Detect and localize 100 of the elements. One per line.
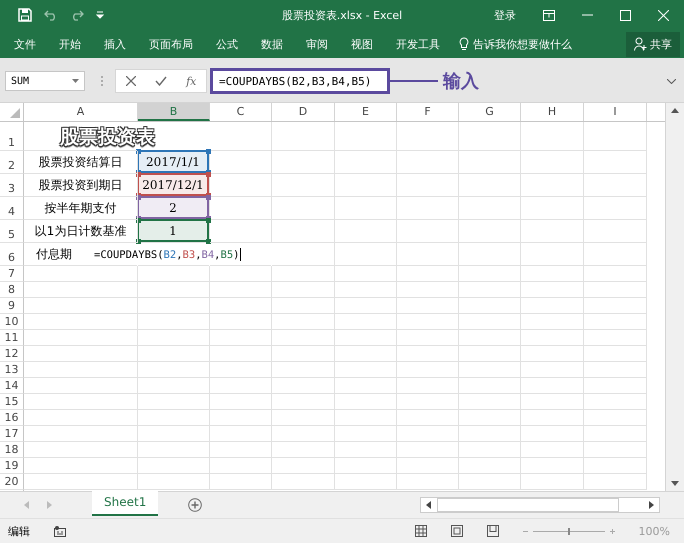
grid-cell[interactable]	[210, 314, 272, 330]
grid-cell[interactable]	[584, 378, 647, 394]
grid-cell[interactable]	[210, 174, 272, 197]
grid-cell[interactable]	[272, 197, 335, 220]
grid-cell[interactable]: 2017/12/1	[138, 174, 210, 197]
enter-icon[interactable]	[154, 76, 167, 86]
grid-cell[interactable]	[459, 151, 521, 174]
undo-icon[interactable]	[44, 9, 58, 21]
grid-cell[interactable]	[138, 410, 210, 426]
grid-cell[interactable]	[272, 282, 335, 298]
grid-cell[interactable]	[272, 378, 335, 394]
insert-function-button[interactable]: fx	[186, 74, 196, 88]
grid-cell[interactable]	[210, 346, 272, 362]
minimize-icon[interactable]	[582, 14, 593, 16]
grid-cell[interactable]	[138, 426, 210, 442]
column-header[interactable]: I	[584, 103, 647, 121]
grid-cell[interactable]: 1	[138, 220, 210, 243]
grid-cell[interactable]	[397, 220, 459, 243]
scroll-down-icon[interactable]	[671, 481, 679, 486]
grid-cell[interactable]	[272, 151, 335, 174]
grid-cell[interactable]	[138, 346, 210, 362]
row-header[interactable]: 1	[0, 122, 24, 151]
cell-formula[interactable]: =COUPDAYBS(B2,B3,B4,B5)	[94, 248, 242, 262]
grid-cell[interactable]	[210, 426, 272, 442]
grid-cell[interactable]	[521, 394, 584, 410]
save-icon[interactable]	[18, 8, 32, 22]
grid-cell[interactable]	[24, 458, 138, 474]
ribbon-display-icon[interactable]	[543, 10, 555, 20]
ribbon-tab[interactable]: 文件	[14, 36, 36, 52]
grid-cell[interactable]	[210, 151, 272, 174]
grid-cell[interactable]	[210, 197, 272, 220]
tell-me-field[interactable]: 告诉我你想要做什么	[473, 36, 572, 52]
grid-cell[interactable]	[584, 394, 647, 410]
grid-cell[interactable]	[335, 314, 397, 330]
grid-cell[interactable]	[521, 243, 584, 266]
grid-cell[interactable]	[210, 410, 272, 426]
login-link[interactable]: 登录	[494, 8, 516, 22]
grid-cell[interactable]	[138, 442, 210, 458]
grid-cell[interactable]	[521, 197, 584, 220]
row-header[interactable]: 19	[0, 458, 24, 474]
close-icon[interactable]	[658, 10, 669, 20]
grid-cell[interactable]	[521, 314, 584, 330]
grid-cell[interactable]	[210, 458, 272, 474]
grid-cell[interactable]	[459, 330, 521, 346]
grid-cell[interactable]	[335, 474, 397, 490]
grid-cell[interactable]	[521, 410, 584, 426]
grid-cell[interactable]	[459, 314, 521, 330]
row-header[interactable]: 6	[0, 243, 24, 266]
scroll-up-icon[interactable]	[671, 108, 679, 113]
grid-cell[interactable]	[24, 266, 138, 282]
grid-cell[interactable]	[24, 426, 138, 442]
grid-cell[interactable]	[397, 346, 459, 362]
grid-cell[interactable]	[272, 314, 335, 330]
grid-cell[interactable]	[397, 410, 459, 426]
grid-cell[interactable]	[272, 410, 335, 426]
grid-cell[interactable]	[335, 330, 397, 346]
grid-cell[interactable]	[138, 282, 210, 298]
grid-cell[interactable]	[521, 151, 584, 174]
grid-cell[interactable]	[272, 346, 335, 362]
grid-cell[interactable]	[210, 330, 272, 346]
grid-cell[interactable]	[335, 174, 397, 197]
row-header[interactable]: 4	[0, 197, 24, 220]
customize-icon[interactable]	[96, 11, 104, 19]
grid-cell[interactable]	[397, 442, 459, 458]
grid-cell[interactable]	[397, 266, 459, 282]
grid-cell[interactable]	[521, 298, 584, 314]
grid-cell[interactable]	[210, 474, 272, 490]
grid-cell[interactable]	[335, 298, 397, 314]
prev-sheet-icon[interactable]	[24, 501, 29, 509]
row-header[interactable]: 3	[0, 174, 24, 197]
column-header[interactable]: G	[459, 103, 521, 121]
row-header[interactable]: 20	[0, 474, 24, 490]
ribbon-tab[interactable]: 视图	[351, 36, 373, 52]
grid-cell[interactable]	[335, 362, 397, 378]
grid-cell[interactable]	[459, 442, 521, 458]
row-header[interactable]: 13	[0, 362, 24, 378]
page-layout-icon[interactable]	[450, 525, 463, 537]
grid-cell[interactable]	[210, 266, 272, 282]
grid-cell[interactable]	[521, 346, 584, 362]
grid-cell[interactable]	[584, 174, 647, 197]
page-break-icon[interactable]	[486, 525, 499, 537]
grid-cell[interactable]	[584, 362, 647, 378]
row-header[interactable]: 5	[0, 220, 24, 243]
column-header[interactable]: H	[521, 103, 584, 121]
grid-cell[interactable]	[459, 410, 521, 426]
grid-cell[interactable]	[272, 220, 335, 243]
grid-cell[interactable]	[335, 426, 397, 442]
grid-cell[interactable]	[397, 426, 459, 442]
name-box[interactable]: SUM	[5, 71, 85, 91]
grid-cell[interactable]	[397, 314, 459, 330]
slider-thumb[interactable]	[568, 528, 570, 534]
grid-cell[interactable]	[210, 362, 272, 378]
grid-cell[interactable]	[272, 458, 335, 474]
row-header[interactable]: 17	[0, 426, 24, 442]
zoom-slider[interactable]	[522, 526, 615, 536]
grid-cell[interactable]	[521, 122, 584, 151]
grid-cell[interactable]	[335, 410, 397, 426]
macro-record-icon[interactable]	[54, 526, 66, 536]
grid-cell[interactable]	[521, 426, 584, 442]
grid-cell[interactable]	[138, 298, 210, 314]
